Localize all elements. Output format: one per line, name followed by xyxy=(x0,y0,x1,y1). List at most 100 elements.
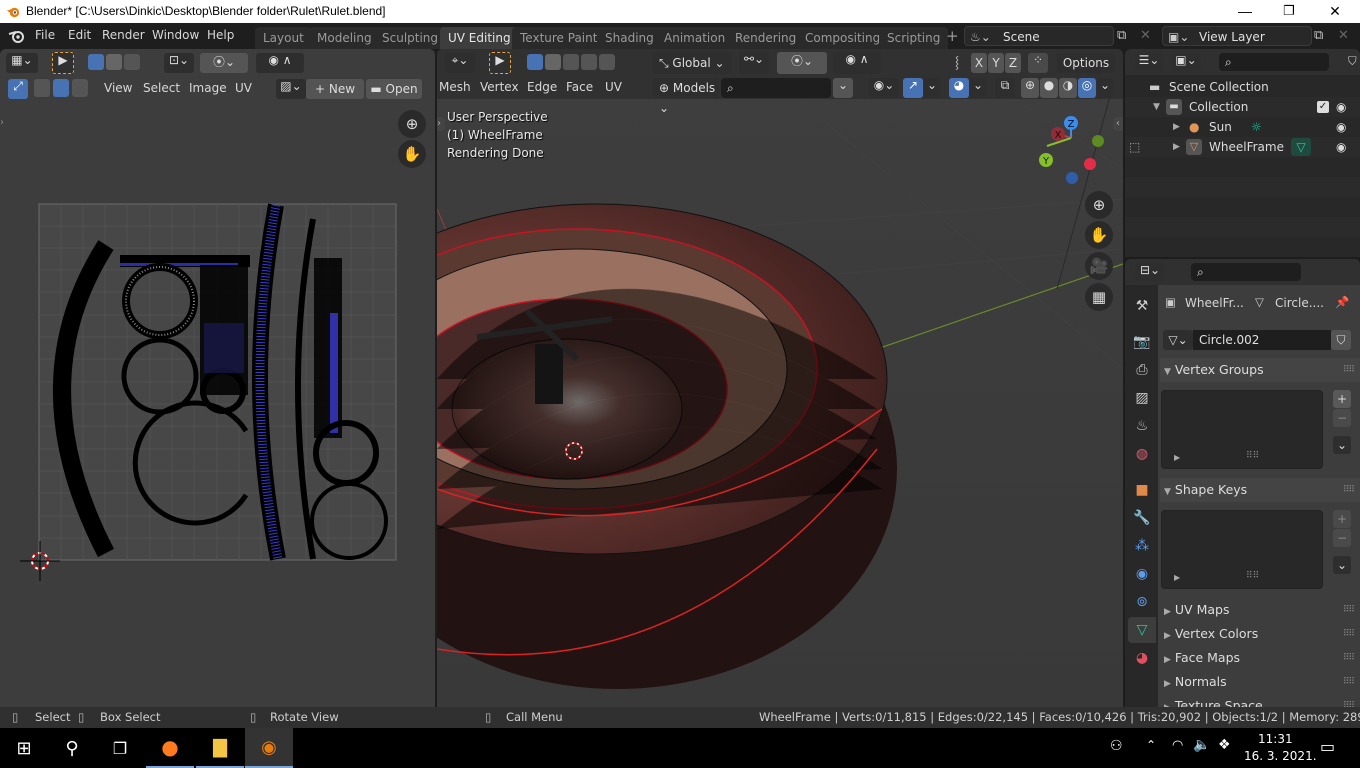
list-resize-grip-icon[interactable]: ⠿⠿ xyxy=(1246,451,1259,461)
shading-rendered[interactable]: ◎ xyxy=(1078,78,1096,98)
tab-view-layer-icon[interactable]: ▨ xyxy=(1128,385,1156,411)
viewport-search-input[interactable]: ⌕ xyxy=(721,78,831,98)
outliner-row-wheelframe[interactable]: ⬚ ▶ ▽ WheelFrame ▽ ◉ xyxy=(1125,137,1360,157)
vertex-groups-list[interactable]: ▶ ⠿⠿ xyxy=(1161,390,1323,469)
panel-texture-space[interactable]: ▶ Texture Space ⠿⠿ xyxy=(1160,694,1360,707)
add-workspace-button[interactable]: + xyxy=(946,27,959,45)
clock-date[interactable]: 16. 3. 2021. xyxy=(1244,749,1317,763)
maximize-button[interactable]: ❐ xyxy=(1266,0,1312,23)
3d-viewport[interactable]: ⌖⌄ ▶ ⤡ Global ⌄ ⚯⌄ ⦿⌄ ◉ ∧ ⸾ X Y Z ⁘ Opti… xyxy=(437,49,1123,707)
viewport-menu-uv[interactable]: UV xyxy=(605,80,622,94)
dropbox-icon[interactable]: ❖ xyxy=(1218,737,1231,753)
vertex-group-specials-button[interactable]: ⌄ xyxy=(1333,436,1351,454)
proportional-edit-dropdown[interactable]: ◉ ∧ xyxy=(256,53,304,73)
panel-uv-maps[interactable]: ▶ UV Maps ⠿⠿ xyxy=(1160,598,1360,622)
sync-selection-toggle[interactable]: ⤢ xyxy=(8,79,28,99)
viewport-snap-dropdown[interactable]: ⦿⌄ xyxy=(777,52,827,74)
shading-wireframe[interactable]: ⊕ xyxy=(1021,78,1039,98)
explorer-taskbar-button[interactable]: ▇ xyxy=(196,728,244,768)
2d-cursor-icon[interactable] xyxy=(20,541,60,581)
tab-uv-editing[interactable]: UV Editing xyxy=(440,27,519,49)
panel-face-maps[interactable]: ▶ Face Maps ⠿⠿ xyxy=(1160,646,1360,670)
drag-grip-icon[interactable]: ⠿⠿ xyxy=(1343,670,1355,694)
mirror-z-toggle[interactable]: Z xyxy=(1005,53,1021,73)
notifications-icon[interactable]: ▭ xyxy=(1320,737,1335,756)
menu-render[interactable]: Render xyxy=(102,28,145,42)
tab-compositing[interactable]: Compositing xyxy=(797,27,889,49)
viewport-pan-button[interactable]: ✋ xyxy=(1085,221,1113,249)
outliner-row-collection[interactable]: ▼ ▬ Collection ✓ ◉ xyxy=(1125,97,1360,117)
tab-tool-icon[interactable]: ⚒ xyxy=(1128,293,1156,319)
image-browse-button[interactable]: ▨⌄ xyxy=(276,79,306,99)
shape-keys-list[interactable]: ▶ ⠿⠿ xyxy=(1161,510,1323,589)
ortho-toggle-button[interactable]: ▦ xyxy=(1085,283,1113,311)
tab-constraints-icon[interactable]: ⊚ xyxy=(1128,589,1156,615)
uv-vertex-mode[interactable] xyxy=(34,79,50,97)
wheelframe-visibility-eye-icon[interactable]: ◉ xyxy=(1336,137,1346,157)
editor-type-button[interactable]: ▦⌄ xyxy=(6,53,38,73)
tab-particles-icon[interactable]: ⁂ xyxy=(1128,533,1156,559)
drag-grip-icon[interactable]: ⠿⠿ xyxy=(1343,646,1355,670)
overlays-toggle[interactable]: ◕ xyxy=(949,78,969,98)
collection-visibility-eye-icon[interactable]: ◉ xyxy=(1336,97,1346,117)
viewport-select-extend[interactable] xyxy=(545,54,561,70)
sun-data-icon[interactable]: ☼ xyxy=(1251,117,1262,137)
viewport-select-invert[interactable] xyxy=(581,54,597,70)
select-tool-button[interactable]: ▶ xyxy=(52,52,74,74)
clock-time[interactable]: 11:31 xyxy=(1258,732,1293,746)
outliner-editor-type[interactable]: ☰⌄ xyxy=(1135,53,1163,71)
tab-scripting[interactable]: Scripting xyxy=(879,27,949,49)
task-view-button[interactable]: ❐ xyxy=(96,728,144,768)
view-layer-selector[interactable]: ▣⌄ View Layer xyxy=(1162,26,1312,46)
shading-dropdown[interactable]: ⌄ xyxy=(1097,78,1113,98)
drag-grip-icon[interactable]: ⠿⠿ xyxy=(1343,358,1355,382)
outliner-row-sun[interactable]: ▶ ● Sun ☼ ◉ xyxy=(1125,117,1360,137)
list-expand-icon[interactable]: ▶ xyxy=(1174,453,1180,462)
pivot-dropdown[interactable]: ⚯⌄ xyxy=(739,52,769,74)
uv-menu-image[interactable]: Image xyxy=(189,81,227,95)
tab-texture-paint[interactable]: Texture Paint xyxy=(512,27,606,49)
display-mode-dropdown[interactable]: ▣⌄ xyxy=(1171,53,1201,71)
new-image-button[interactable]: + New xyxy=(306,79,364,99)
sidebar-toggle[interactable]: ‹ xyxy=(1113,117,1123,131)
add-shape-key-button[interactable]: + xyxy=(1333,510,1351,528)
viewport-zoom-button[interactable]: ⊕ xyxy=(1085,191,1113,219)
uv-menu-uv[interactable]: UV xyxy=(235,81,252,95)
scene-selector[interactable]: ♨⌄ Scene xyxy=(964,26,1114,46)
viewport-editor-type[interactable]: ⌖⌄ xyxy=(445,53,475,73)
viewport-menu-vertex[interactable]: Vertex xyxy=(480,80,519,94)
menu-window[interactable]: Window xyxy=(152,28,199,42)
viewport-toolbar-toggle[interactable]: › xyxy=(437,117,445,131)
tab-object-icon[interactable]: ■ xyxy=(1128,477,1156,503)
viewport-select-new[interactable] xyxy=(527,54,543,70)
tab-output-icon[interactable]: ⎙ xyxy=(1128,357,1156,383)
uv-editor[interactable]: ▦⌄ ▶ ⊡⌄ ⦿⌄ ◉ ∧ ⤢ View Select Image UV ▨⌄… xyxy=(0,49,435,707)
tab-physics-icon[interactable]: ◉ xyxy=(1128,561,1156,587)
properties-search-input[interactable]: ⌕ xyxy=(1191,263,1301,281)
visibility-dropdown[interactable]: ◉⌄ xyxy=(869,78,899,98)
mirror-x-toggle[interactable]: X xyxy=(971,53,987,73)
drag-grip-icon[interactable]: ⠿⠿ xyxy=(1343,694,1355,707)
options-dropdown[interactable]: Options ⌄ xyxy=(1057,53,1115,90)
panel-shape-keys[interactable]: ▼ Shape Keys ⠿⠿ xyxy=(1160,478,1360,502)
firefox-taskbar-button[interactable]: ● xyxy=(146,728,194,768)
camera-view-button[interactable]: 🎥 xyxy=(1085,252,1113,280)
delete-view-layer-icon[interactable]: ✕ xyxy=(1338,28,1349,43)
menu-edit[interactable]: Edit xyxy=(68,28,91,42)
gizmo-z-negative[interactable] xyxy=(1066,172,1078,184)
filter-icon[interactable]: ⛉ xyxy=(1348,54,1357,69)
add-vertex-group-button[interactable]: + xyxy=(1333,390,1351,408)
outliner-search-input[interactable]: ⌕ xyxy=(1219,53,1329,71)
tab-sculpting[interactable]: Sculpting xyxy=(374,27,447,49)
wifi-icon[interactable]: ◠ xyxy=(1172,738,1183,753)
remove-vertex-group-button[interactable]: − xyxy=(1333,409,1351,427)
gizmo-y-negative[interactable] xyxy=(1092,135,1104,147)
show-hidden-icons[interactable]: ⌃ xyxy=(1146,738,1156,752)
shading-material[interactable]: ◑ xyxy=(1059,78,1077,98)
list-expand-icon[interactable]: ▶ xyxy=(1174,573,1180,582)
outliner-row-scene-collection[interactable]: ▬ Scene Collection xyxy=(1125,77,1360,97)
gizmo-dropdown[interactable]: ⌄ xyxy=(924,78,940,98)
collection-exclude-checkbox[interactable]: ✓ xyxy=(1317,101,1329,113)
overlays-dropdown[interactable]: ⌄ xyxy=(970,78,986,98)
volume-icon[interactable]: 🔈 xyxy=(1193,737,1210,753)
